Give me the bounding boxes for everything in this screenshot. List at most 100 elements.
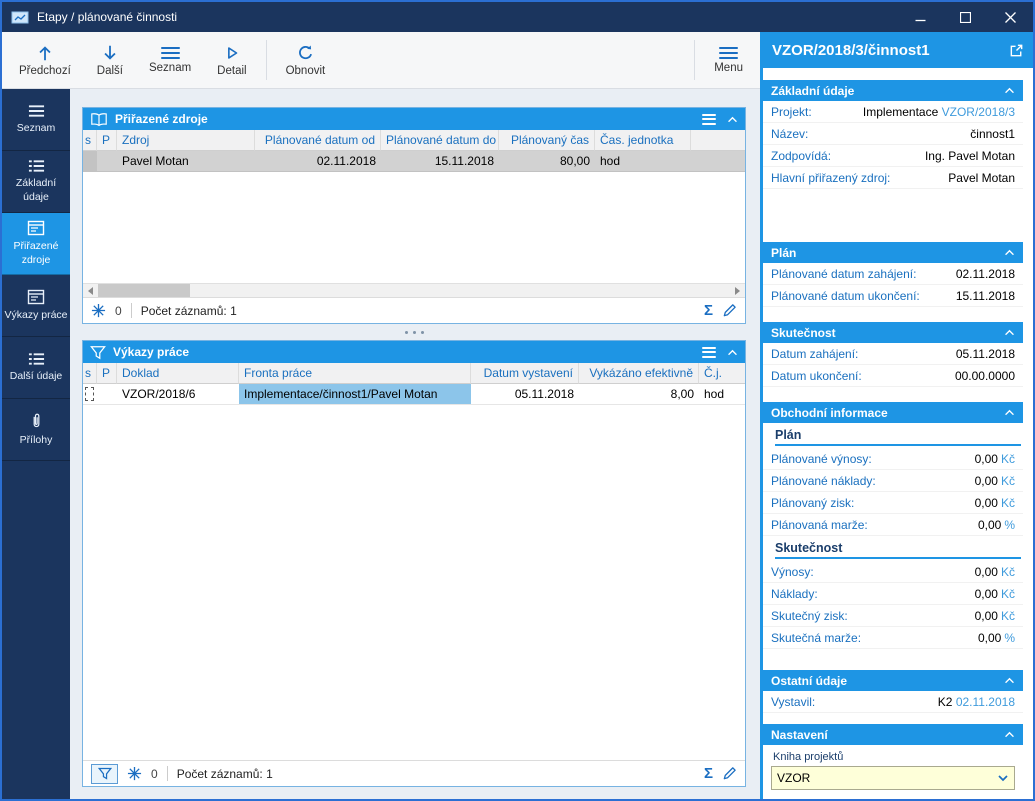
- collapse-chevron-icon[interactable]: [727, 116, 738, 123]
- cell-doklad[interactable]: VZOR/2018/6: [117, 384, 239, 405]
- field-datum-ukonceni: Datum ukončení: 00.00.0000: [763, 365, 1023, 387]
- minimize-button[interactable]: [898, 2, 943, 32]
- sidebar-item-prirazene-zdroje[interactable]: Přiřazené zdroje: [2, 213, 70, 275]
- section-header[interactable]: Základní údaje: [763, 80, 1023, 101]
- collapse-chevron-icon[interactable]: [1004, 329, 1015, 336]
- sidebar-item-seznam[interactable]: Seznam: [2, 89, 70, 151]
- row-selector-cell[interactable]: [83, 384, 97, 405]
- collapse-chevron-icon[interactable]: [727, 349, 738, 356]
- column-header-cas-jednotka[interactable]: Čas. jednotka: [595, 130, 691, 151]
- sum-icon[interactable]: Σ: [704, 303, 713, 318]
- column-header-datum-do[interactable]: Plánované datum do: [381, 130, 499, 151]
- reports-table-empty-area: [83, 405, 745, 760]
- column-header-s[interactable]: s: [83, 130, 97, 151]
- menu-button[interactable]: Menu: [701, 32, 756, 88]
- field-skutecny-zisk: Skutečný zisk: 0,00Kč: [763, 605, 1023, 627]
- sidebar-item-vykazy-prace[interactable]: Výkazy práce: [2, 275, 70, 337]
- sidebar-item-zakladni-udaje[interactable]: Základní údaje: [2, 151, 70, 213]
- snowflake-icon[interactable]: [91, 303, 106, 318]
- issued-date-link[interactable]: 02.11.2018: [956, 695, 1015, 709]
- column-header-zdroj[interactable]: Zdroj: [117, 130, 255, 151]
- pencil-icon[interactable]: [722, 303, 737, 318]
- field-skutecna-marze: Skutečná marže: 0,00%: [763, 627, 1023, 649]
- column-header-filler: [691, 130, 745, 151]
- toolbar-separator-right: [694, 40, 695, 80]
- field-planovane-naklady: Plánované náklady: 0,00Kč: [763, 470, 1023, 492]
- close-button[interactable]: [988, 2, 1033, 32]
- next-button[interactable]: Další: [84, 32, 136, 88]
- column-header-doklad[interactable]: Doklad: [117, 363, 239, 384]
- sum-icon[interactable]: Σ: [704, 766, 713, 781]
- scroll-left-arrow[interactable]: [83, 284, 98, 297]
- resources-panel: Přiřazené zdroje s P Zdroj Plánované dat…: [82, 107, 746, 324]
- open-external-icon[interactable]: [1009, 43, 1024, 58]
- cell-p[interactable]: [97, 384, 117, 405]
- row-selector-cell[interactable]: [83, 151, 97, 172]
- column-header-cj[interactable]: Č.j.: [699, 363, 745, 384]
- field-planovane-vynosy: Plánované výnosy: 0,00Kč: [763, 448, 1023, 470]
- cell-planovany-cas[interactable]: 80,00: [499, 151, 595, 172]
- collapse-chevron-icon[interactable]: [1004, 409, 1015, 416]
- cell-zdroj[interactable]: Pavel Motan: [117, 151, 255, 172]
- column-header-datum-vystaveni[interactable]: Datum vystavení: [471, 363, 579, 384]
- menu-label: Menu: [714, 62, 743, 74]
- column-header-s[interactable]: s: [83, 363, 97, 384]
- column-header-p[interactable]: P: [97, 130, 117, 151]
- section-header[interactable]: Obchodní informace: [763, 402, 1023, 423]
- filter-toggle-button[interactable]: [91, 764, 118, 784]
- dropdown-icon[interactable]: [997, 772, 1009, 784]
- reports-panel-title: Výkazy práce: [113, 345, 695, 359]
- detail-button[interactable]: Detail: [204, 32, 259, 88]
- cell-cj[interactable]: hod: [699, 384, 745, 405]
- column-header-vykazano-efektivne[interactable]: Vykázáno efektivně: [579, 363, 699, 384]
- refresh-button[interactable]: Obnovit: [273, 32, 339, 88]
- panel-menu-icon[interactable]: [702, 114, 716, 125]
- panel-splitter-handle[interactable]: [82, 324, 746, 340]
- cell-cas-jednotka[interactable]: hod: [595, 151, 691, 172]
- app-icon: [11, 11, 29, 24]
- cell-datum-od[interactable]: 02.11.2018: [255, 151, 381, 172]
- sidebar-item-prilohy[interactable]: Přílohy: [2, 399, 70, 461]
- maximize-button[interactable]: [943, 2, 988, 32]
- section-skutecnost: Skutečnost Datum zahájení: 05.11.2018 Da…: [763, 322, 1023, 395]
- footer-divider: [131, 303, 132, 318]
- subsection-plan-title: Plán: [775, 426, 1021, 446]
- section-header[interactable]: Plán: [763, 242, 1023, 263]
- section-header[interactable]: Skutečnost: [763, 322, 1023, 343]
- field-plan-ukonceni: Plánované datum ukončení: 15.11.2018: [763, 285, 1023, 307]
- cell-datum-vystaveni[interactable]: 05.11.2018: [471, 384, 579, 405]
- reports-table-row[interactable]: VZOR/2018/6 Implementace/činnost1/Pavel …: [83, 384, 745, 405]
- cell-p[interactable]: [97, 151, 117, 172]
- cell-fronta-prace[interactable]: Implementace/činnost1/Pavel Motan: [239, 384, 471, 405]
- cell-datum-do[interactable]: 15.11.2018: [381, 151, 499, 172]
- section-header[interactable]: Ostatní údaje: [763, 670, 1023, 691]
- field-projekt: Projekt: Implementace VZOR/2018/3: [763, 101, 1023, 123]
- resources-panel-title: Přiřazené zdroje: [115, 112, 695, 126]
- previous-button[interactable]: Předchozí: [6, 32, 84, 88]
- cell-vykazano-efektivne[interactable]: 8,00: [579, 384, 699, 405]
- column-header-datum-od[interactable]: Plánované datum od: [255, 130, 381, 151]
- collapse-chevron-icon[interactable]: [1004, 87, 1015, 94]
- kniha-projektu-input[interactable]: [777, 771, 997, 785]
- column-header-fronta-prace[interactable]: Fronta práce: [239, 363, 471, 384]
- toolbar: Předchozí Další Seznam Detail Obnov: [2, 32, 760, 89]
- scroll-right-arrow[interactable]: [730, 284, 745, 297]
- column-header-planovany-cas[interactable]: Plánovaný čas: [499, 130, 595, 151]
- collapse-chevron-icon[interactable]: [1004, 731, 1015, 738]
- book-icon: [90, 112, 108, 127]
- sidebar-item-dalsi-udaje[interactable]: Další údaje: [2, 337, 70, 399]
- kniha-projektu-combobox[interactable]: [771, 766, 1015, 790]
- cell-filler: [691, 151, 745, 172]
- project-link[interactable]: VZOR/2018/3: [942, 105, 1015, 119]
- resources-table-row[interactable]: Pavel Motan 02.11.2018 15.11.2018 80,00 …: [83, 151, 745, 172]
- collapse-chevron-icon[interactable]: [1004, 677, 1015, 684]
- scrollbar-thumb[interactable]: [98, 284, 190, 297]
- previous-label: Předchozí: [19, 65, 71, 77]
- list-button[interactable]: Seznam: [136, 32, 204, 88]
- collapse-chevron-icon[interactable]: [1004, 249, 1015, 256]
- panel-menu-icon[interactable]: [702, 347, 716, 358]
- pencil-icon[interactable]: [722, 766, 737, 781]
- column-header-p[interactable]: P: [97, 363, 117, 384]
- snowflake-icon[interactable]: [127, 766, 142, 781]
- section-header[interactable]: Nastavení: [763, 724, 1023, 745]
